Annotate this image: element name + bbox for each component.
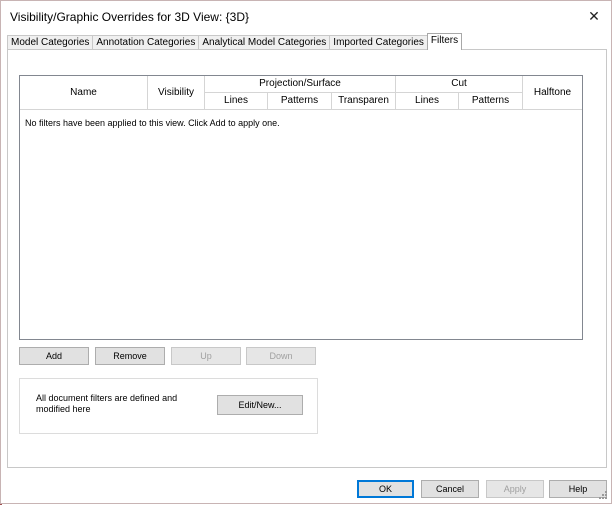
column-header-projection-transparency[interactable]: Transparen: [332, 93, 396, 110]
edit-new-button[interactable]: Edit/New...: [217, 395, 303, 415]
tab-imported-categories[interactable]: Imported Categories: [329, 35, 428, 50]
tab-annotation-categories[interactable]: Annotation Categories: [92, 35, 200, 50]
down-button[interactable]: Down: [246, 347, 316, 365]
window-title: Visibility/Graphic Overrides for 3D View…: [10, 10, 249, 24]
tab-analytical-model-categories[interactable]: Analytical Model Categories: [198, 35, 331, 50]
column-header-projection-lines[interactable]: Lines: [205, 93, 268, 110]
column-header-halftone[interactable]: Halftone: [523, 76, 582, 110]
column-header-projection-surface: Projection/Surface: [205, 76, 396, 93]
column-header-cut-lines[interactable]: Lines: [396, 93, 459, 110]
ok-button[interactable]: OK: [357, 480, 414, 498]
filters-grid[interactable]: Name Visibility Projection/Surface Lines…: [19, 75, 583, 340]
column-header-visibility[interactable]: Visibility: [148, 76, 205, 110]
document-filters-group: All document filters are defined and mod…: [19, 378, 318, 434]
column-header-cut: Cut: [396, 76, 523, 93]
apply-button[interactable]: Apply: [486, 480, 544, 498]
category-tabs: Model Categories Annotation Categories A…: [7, 33, 463, 50]
column-header-cut-patterns[interactable]: Patterns: [459, 93, 523, 110]
visibility-graphics-dialog: Visibility/Graphic Overrides for 3D View…: [0, 0, 612, 504]
column-header-name[interactable]: Name: [20, 76, 148, 110]
column-header-projection-patterns[interactable]: Patterns: [268, 93, 332, 110]
up-button[interactable]: Up: [171, 347, 241, 365]
add-button[interactable]: Add: [19, 347, 89, 365]
tab-model-categories[interactable]: Model Categories: [7, 35, 94, 50]
cancel-button[interactable]: Cancel: [421, 480, 479, 498]
tab-filters[interactable]: Filters: [426, 33, 463, 50]
remove-button[interactable]: Remove: [95, 347, 165, 365]
document-filters-description: All document filters are defined and mod…: [36, 393, 178, 414]
empty-grid-message: No filters have been applied to this vie…: [25, 118, 280, 128]
resize-grip-icon[interactable]: [599, 491, 607, 499]
close-icon[interactable]: ✕: [585, 7, 603, 25]
title-bar[interactable]: Visibility/Graphic Overrides for 3D View…: [3, 1, 611, 31]
